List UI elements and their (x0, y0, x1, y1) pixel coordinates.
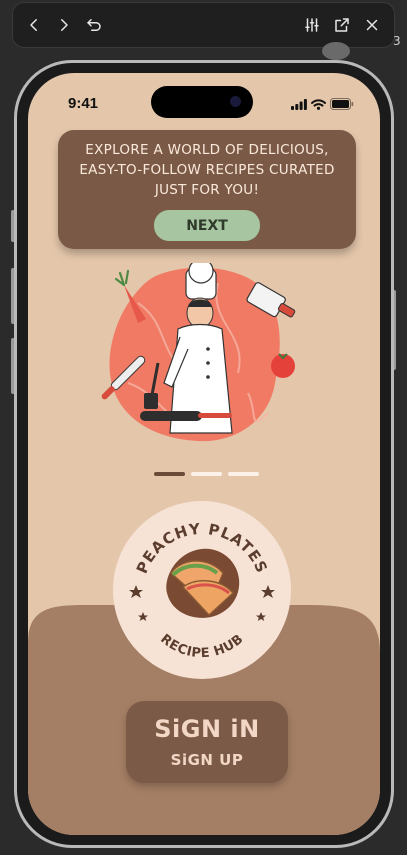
app-screen: 9:41 Explore a world of delicious, easy-… (28, 73, 380, 835)
status-icons (291, 98, 354, 110)
svg-text:RECIPE HUB: RECIPE HUB (157, 632, 246, 662)
adjust-button[interactable] (299, 12, 325, 38)
next-button[interactable]: NEXT (154, 210, 260, 241)
phone-frame: 9:41 Explore a world of delicious, easy-… (14, 60, 394, 848)
back-button[interactable] (21, 12, 47, 38)
wifi-icon (311, 99, 326, 110)
onboarding-card: Explore a world of delicious, easy-to-fo… (58, 130, 356, 249)
external-link-icon (335, 18, 349, 32)
camera-icon (230, 96, 241, 107)
page-dot-1[interactable] (154, 472, 185, 476)
app-logo: PEACHY PLATES RECIPE HUB (113, 501, 291, 679)
forward-button[interactable] (51, 12, 77, 38)
close-icon (366, 19, 378, 31)
battery-icon (330, 98, 354, 110)
chef-illustration (101, 263, 296, 442)
close-button[interactable] (359, 12, 385, 38)
auth-card: SiGN iN SiGN UP (126, 701, 288, 783)
page-indicator (154, 472, 259, 476)
taco-icon (166, 548, 240, 618)
page-dot-3[interactable] (228, 472, 259, 476)
signal-icon (291, 99, 307, 110)
chevron-left-icon (30, 19, 37, 31)
open-external-button[interactable] (329, 12, 355, 38)
onboarding-message: Explore a world of delicious, easy-to-fo… (79, 142, 335, 198)
undo-icon (87, 19, 101, 31)
chevron-right-icon (61, 19, 68, 31)
sign-up-button[interactable]: SiGN UP (126, 751, 288, 769)
avatar (322, 42, 350, 60)
sign-in-button[interactable]: SiGN iN (126, 715, 288, 743)
dynamic-island (151, 86, 253, 118)
logo-artwork: PEACHY PLATES RECIPE HUB (129, 520, 275, 662)
logo-bottom-text: RECIPE HUB (157, 632, 246, 662)
undo-button[interactable] (81, 12, 107, 38)
side-peek-text: 3 (393, 34, 401, 48)
sliders-icon (305, 18, 319, 32)
page-dot-2[interactable] (191, 472, 222, 476)
tomato-icon (271, 353, 295, 378)
status-time: 9:41 (68, 95, 99, 112)
